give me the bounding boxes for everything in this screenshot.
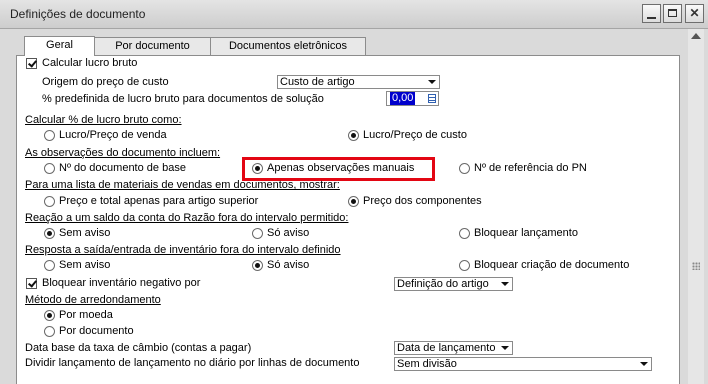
- sales-bom-parent-radio[interactable]: [44, 196, 55, 207]
- remarks-base-doc-label: Nº do documento de base: [59, 162, 186, 174]
- gl-warning-only-radio[interactable]: [252, 228, 263, 239]
- title-bar[interactable]: Definições de documento ✕: [0, 0, 708, 29]
- calc-gross-profit-checkbox[interactable]: [26, 58, 37, 69]
- inv-warning-only-label: Só aviso: [267, 259, 310, 271]
- gl-no-warning-label: Sem aviso: [59, 227, 111, 239]
- maximize-button[interactable]: [663, 4, 682, 23]
- default-pct-label: % predefinida de lucro bruto para docume…: [42, 93, 324, 105]
- gl-no-warning-radio[interactable]: [44, 228, 55, 239]
- cost-origin-select[interactable]: Custo de artigo: [277, 75, 440, 89]
- block-negative-inventory-label: Bloquear inventário negativo por: [42, 277, 201, 289]
- inv-no-warning-radio[interactable]: [44, 260, 55, 271]
- remarks-heading: As observações do documento incluem:: [25, 147, 221, 159]
- block-negative-inventory-checkbox[interactable]: [26, 278, 37, 289]
- inv-warning-only-radio[interactable]: [252, 260, 263, 271]
- document-settings-window: Definições de documento ✕ Geral Por docu…: [0, 0, 708, 384]
- cost-origin-label: Origem do preço de custo: [42, 76, 169, 88]
- sales-bom-components-label: Preço dos componentes: [363, 195, 482, 207]
- calc-pct-sale-label: Lucro/Preço de venda: [59, 129, 167, 141]
- sales-bom-heading: Para uma lista de materiais de vendas em…: [25, 179, 340, 191]
- inv-block-doc-label: Bloquear criação de documento: [474, 259, 630, 271]
- split-posting-select[interactable]: Sem divisão: [394, 357, 652, 371]
- rounding-by-currency-radio[interactable]: [44, 310, 55, 321]
- tab-general[interactable]: Geral: [24, 36, 95, 56]
- gl-balance-heading: Reação a um saldo da conta do Razão fora…: [25, 212, 349, 224]
- close-icon: ✕: [689, 6, 700, 20]
- rounding-by-currency-label: Por moeda: [59, 309, 113, 321]
- calc-pct-heading: Calcular % de lucro bruto como:: [25, 114, 182, 126]
- default-pct-input[interactable]: 0,00: [386, 91, 439, 106]
- remarks-base-doc-radio[interactable]: [44, 163, 55, 174]
- calc-pct-sale-radio[interactable]: [44, 130, 55, 141]
- gl-warning-only-label: Só aviso: [267, 227, 310, 239]
- remarks-bp-ref-radio[interactable]: [459, 163, 470, 174]
- remarks-bp-ref-label: Nº de referência do PN: [474, 162, 587, 174]
- inv-no-warning-label: Sem aviso: [59, 259, 111, 271]
- chevron-down-icon: [640, 362, 648, 366]
- scroll-up-icon[interactable]: [691, 33, 701, 39]
- chevron-down-icon: [501, 282, 509, 286]
- exchange-rate-label: Data base da taxa de câmbio (contas a pa…: [25, 342, 252, 354]
- vertical-scrollbar[interactable]: [688, 29, 704, 384]
- rounding-heading: Método de arredondamento: [25, 294, 161, 306]
- sales-bom-parent-label: Preço e total apenas para artigo superio…: [59, 195, 259, 207]
- rounding-by-document-label: Por documento: [59, 325, 134, 337]
- calc-gross-profit-label: Calcular lucro bruto: [42, 57, 138, 69]
- chevron-down-icon: [428, 80, 436, 84]
- rounding-by-document-radio[interactable]: [44, 326, 55, 337]
- close-button[interactable]: ✕: [685, 4, 704, 23]
- window-title: Definições de documento: [10, 7, 146, 21]
- gl-block-posting-label: Bloquear lançamento: [474, 227, 578, 239]
- tab-electronic-documents[interactable]: Documentos eletrônicos: [210, 37, 366, 55]
- calc-pct-cost-radio[interactable]: [348, 130, 359, 141]
- exchange-rate-select[interactable]: Data de lançamento: [394, 341, 513, 355]
- calc-pct-cost-label: Lucro/Preço de custo: [363, 129, 467, 141]
- inv-block-doc-radio[interactable]: [459, 260, 470, 271]
- negative-inventory-select[interactable]: Definição do artigo: [394, 277, 513, 291]
- calculator-icon[interactable]: [428, 94, 436, 103]
- tab-by-document[interactable]: Por documento: [94, 37, 211, 55]
- resize-grip-icon[interactable]: [692, 262, 700, 270]
- gl-block-posting-radio[interactable]: [459, 228, 470, 239]
- chevron-down-icon: [501, 346, 509, 350]
- inventory-heading: Resposta a saída/entrada de inventário f…: [25, 244, 341, 256]
- sales-bom-components-radio[interactable]: [348, 196, 359, 207]
- split-posting-label: Dividir lançamento de lançamento no diár…: [25, 357, 360, 369]
- minimize-button[interactable]: [642, 4, 661, 23]
